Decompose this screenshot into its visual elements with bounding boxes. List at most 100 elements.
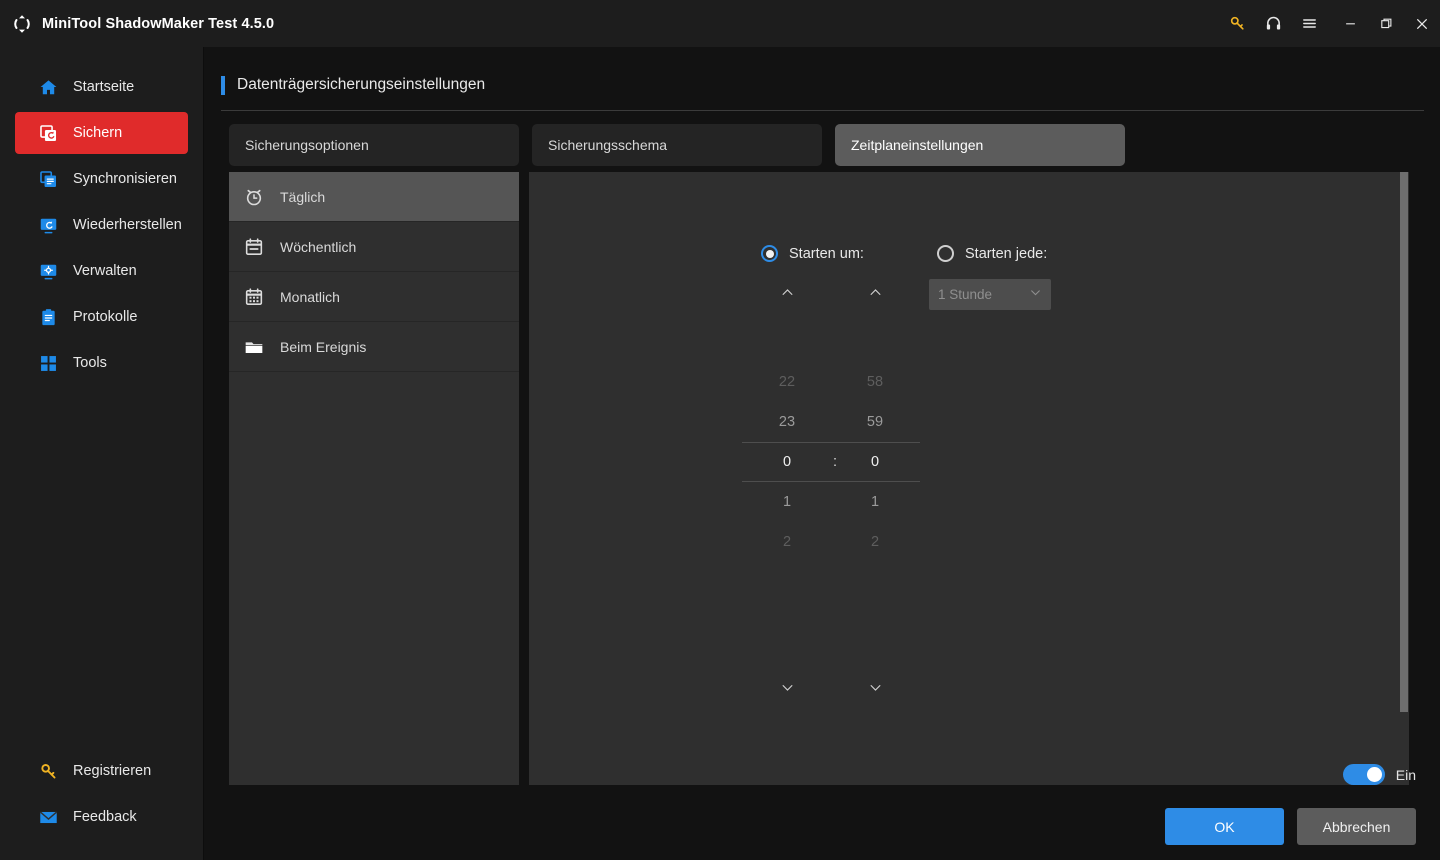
time-picker-minutes-column: 58 59 0 1 2 [830, 277, 920, 702]
radio-label: Starten um: [789, 245, 864, 262]
interval-dropdown-value: 1 Stunde [938, 287, 993, 302]
minimize-icon[interactable] [1332, 0, 1368, 47]
sidebar-item-label: Verwalten [73, 263, 137, 279]
sidebar-item-startseite[interactable]: Startseite [15, 66, 188, 108]
tab-zeitplaneinstellungen[interactable]: Zeitplaneinstellungen [835, 124, 1125, 166]
backup-icon [38, 123, 59, 144]
manage-icon [38, 261, 59, 282]
schedule-item-label: Täglich [280, 188, 326, 205]
scrollbar-thumb[interactable] [1400, 172, 1408, 712]
minutes-decrement-chevron-down-icon[interactable] [830, 672, 920, 702]
sidebar-item-label: Wiederherstellen [73, 217, 182, 233]
toggle-label: Ein [1395, 766, 1416, 783]
time-picker-hours-column: 22 23 0 1 2 [742, 277, 832, 702]
sidebar-item-synchronisieren[interactable]: Synchronisieren [15, 158, 188, 200]
minute-option-selected[interactable]: 0 [830, 442, 920, 482]
title-bar-actions [1219, 0, 1440, 47]
alarm-clock-icon [243, 186, 265, 208]
radio-button-selected-icon [761, 245, 778, 262]
radio-starten-um[interactable]: Starten um: [761, 245, 864, 262]
schedule-item-label: Monatlich [280, 288, 340, 305]
sidebar-item-label: Synchronisieren [73, 171, 177, 187]
restore-icon [38, 215, 59, 236]
sidebar-item-wiederherstellen[interactable]: Wiederherstellen [15, 204, 188, 246]
sidebar-item-sichern[interactable]: Sichern [15, 112, 188, 154]
tab-sicherungsschema[interactable]: Sicherungsschema [532, 124, 822, 166]
tab-bar: Sicherungsoptionen Sicherungsschema Zeit… [229, 124, 1125, 166]
sidebar-bottom-nav: Registrieren Feedback [0, 746, 204, 842]
sidebar-item-registrieren[interactable]: Registrieren [15, 750, 189, 792]
minutes-increment-chevron-up-icon[interactable] [830, 277, 920, 307]
main-content: Datenträgersicherungseinstellungen Siche… [205, 47, 1440, 860]
sidebar-item-label: Protokolle [73, 309, 138, 325]
schedule-item-monatlich[interactable]: Monatlich [229, 272, 519, 322]
ok-button[interactable]: OK [1165, 808, 1284, 845]
hours-increment-chevron-up-icon[interactable] [742, 277, 832, 307]
schedule-item-woechentlich[interactable]: Wöchentlich [229, 222, 519, 272]
tools-icon [38, 353, 59, 374]
sidebar-item-tools[interactable]: Tools [15, 342, 188, 384]
hour-option[interactable]: 23 [742, 402, 832, 442]
schedule-item-taeglich[interactable]: Täglich [229, 172, 519, 222]
sync-circular-arrows-icon [11, 13, 33, 35]
folder-icon [243, 336, 265, 358]
hours-decrement-chevron-down-icon[interactable] [742, 672, 832, 702]
chevron-down-icon [1029, 286, 1042, 304]
sidebar: Startseite Sichern Synchronisieren Wiede… [0, 47, 204, 860]
sidebar-item-label: Tools [73, 355, 107, 371]
hour-option[interactable]: 22 [742, 362, 832, 402]
schedule-type-list: Täglich Wöchentlich Monatlich Beim Ereig… [229, 172, 519, 785]
minute-option[interactable]: 59 [830, 402, 920, 442]
app-title: MiniTool ShadowMaker Test 4.5.0 [42, 15, 275, 32]
page-title-accent-bar [221, 76, 225, 95]
key-icon [38, 761, 59, 782]
calendar-grid-icon [243, 286, 265, 308]
radio-starten-jede[interactable]: Starten jede: [937, 245, 1047, 262]
minute-option[interactable]: 1 [830, 482, 920, 522]
radio-button-icon [937, 245, 954, 262]
page-title: Datenträgersicherungseinstellungen [237, 76, 486, 93]
schedule-item-label: Beim Ereignis [280, 338, 367, 355]
minute-option[interactable]: 58 [830, 362, 920, 402]
minute-option[interactable]: 2 [830, 522, 920, 562]
sidebar-item-label: Registrieren [73, 763, 152, 779]
sync-icon [38, 169, 59, 190]
schedule-item-beim-ereignis[interactable]: Beim Ereignis [229, 322, 519, 372]
close-icon[interactable] [1404, 0, 1440, 47]
dialog-buttons: OK Abbrechen [1165, 808, 1416, 845]
sidebar-item-feedback[interactable]: Feedback [15, 796, 189, 838]
key-icon[interactable] [1219, 0, 1255, 47]
sidebar-nav: Startseite Sichern Synchronisieren Wiede… [0, 47, 203, 384]
home-icon [38, 77, 59, 98]
tab-label: Sicherungsschema [548, 137, 668, 153]
schedule-enable-toggle[interactable] [1342, 764, 1385, 785]
sidebar-item-label: Feedback [73, 809, 137, 825]
calendar-icon [243, 236, 265, 258]
interval-dropdown[interactable]: 1 Stunde [929, 279, 1051, 310]
cancel-button[interactable]: Abbrechen [1297, 808, 1416, 845]
tab-label: Sicherungsoptionen [245, 137, 369, 153]
sidebar-item-protokolle[interactable]: Protokolle [15, 296, 188, 338]
page-header: Datenträgersicherungseinstellungen [221, 75, 1424, 111]
sidebar-item-verwalten[interactable]: Verwalten [15, 250, 188, 292]
toggle-knob [1366, 767, 1382, 782]
settings-scrollbar[interactable] [1399, 172, 1409, 785]
tab-sicherungsoptionen[interactable]: Sicherungsoptionen [229, 124, 519, 166]
headset-icon[interactable] [1255, 0, 1291, 47]
schedule-item-label: Wöchentlich [280, 238, 357, 255]
log-icon [38, 307, 59, 328]
mail-icon [38, 807, 59, 828]
sidebar-item-label: Sichern [73, 125, 123, 141]
sidebar-item-label: Startseite [73, 79, 135, 95]
hour-option[interactable]: 1 [742, 482, 832, 522]
title-bar: MiniTool ShadowMaker Test 4.5.0 [0, 0, 1440, 47]
hamburger-menu-icon[interactable] [1291, 0, 1327, 47]
maximize-icon[interactable] [1368, 0, 1404, 47]
hour-option-selected[interactable]: 0 [742, 442, 832, 482]
schedule-settings-panel: Starten um: Starten jede: 1 Stunde 22 23… [529, 172, 1409, 785]
time-picker: 22 23 0 1 2 : 58 59 0 1 2 [742, 277, 925, 702]
radio-label: Starten jede: [965, 245, 1048, 262]
tab-label: Zeitplaneinstellungen [851, 137, 984, 153]
schedule-enable-toggle-row: Ein [1342, 764, 1416, 785]
hour-option[interactable]: 2 [742, 522, 832, 562]
